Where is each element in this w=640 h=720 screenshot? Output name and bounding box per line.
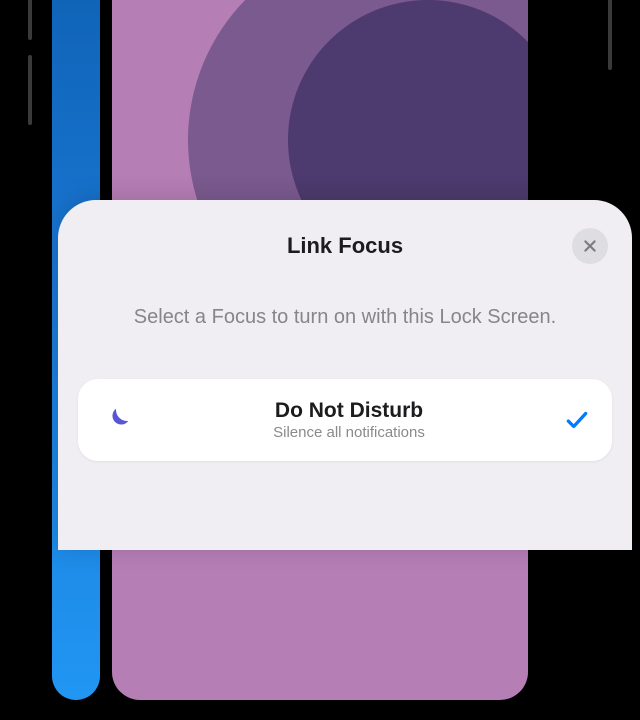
volume-down-button (28, 55, 32, 125)
close-icon (582, 238, 598, 254)
sheet-subtitle: Select a Focus to turn on with this Lock… (78, 304, 612, 331)
sheet-title: Link Focus (287, 233, 403, 259)
focus-option-do-not-disturb[interactable]: Do Not Disturb Silence all notifications (78, 379, 612, 461)
power-button (608, 0, 612, 70)
checkmark-icon (564, 407, 590, 433)
focus-option-text: Do Not Disturb Silence all notifications (152, 399, 546, 441)
sheet-header: Link Focus (78, 224, 612, 268)
link-focus-sheet: Link Focus Select a Focus to turn on wit… (58, 200, 632, 550)
moon-icon (100, 403, 134, 437)
focus-option-description: Silence all notifications (152, 424, 546, 441)
focus-option-name: Do Not Disturb (152, 399, 546, 423)
close-button[interactable] (572, 228, 608, 264)
volume-up-button (28, 0, 32, 40)
